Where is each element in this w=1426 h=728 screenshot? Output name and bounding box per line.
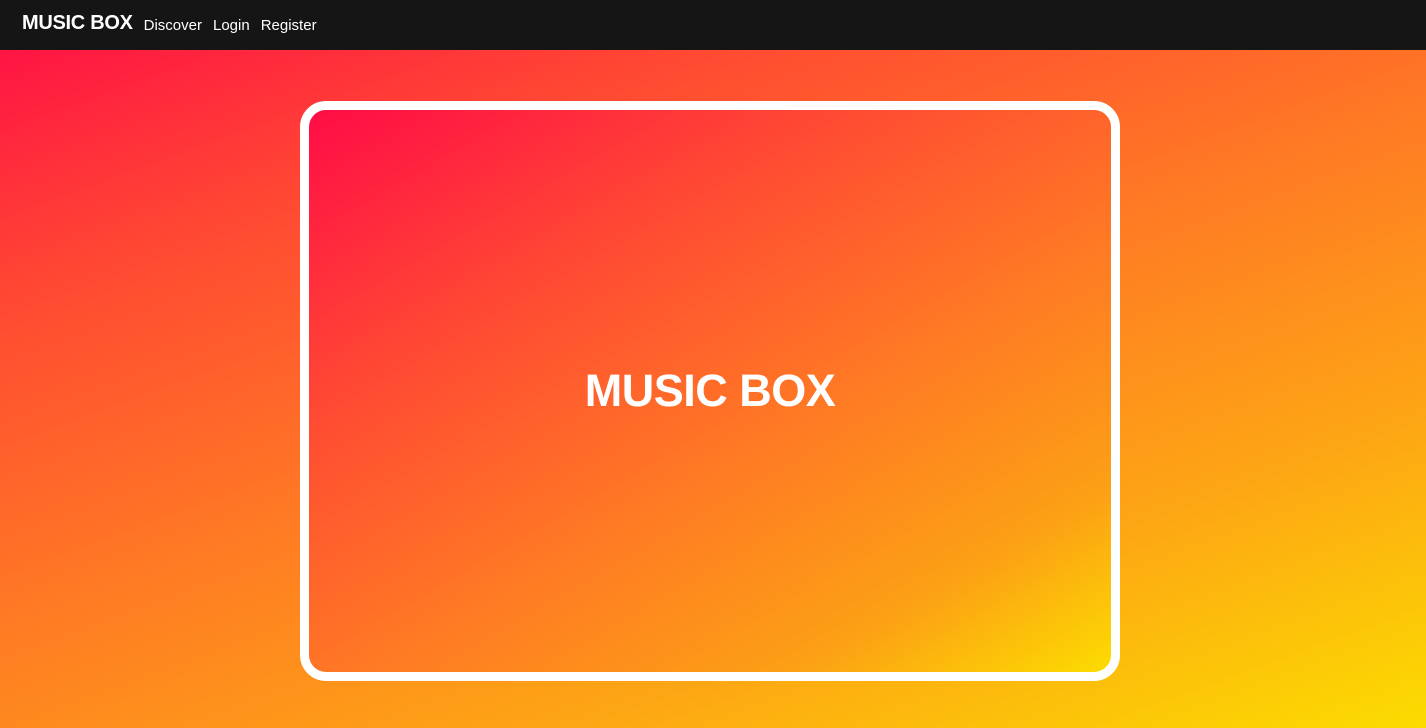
nav-link-register[interactable]: Register bbox=[261, 17, 317, 34]
nav-link-discover[interactable]: Discover bbox=[144, 17, 202, 34]
hero-title: MUSIC BOX bbox=[584, 365, 836, 416]
nav-link-login[interactable]: Login bbox=[213, 17, 250, 34]
top-navbar: MUSIC BOX Discover Login Register bbox=[0, 0, 1426, 50]
hero-frame: MUSIC BOX bbox=[300, 101, 1120, 681]
brand-logo-link[interactable]: MUSIC BOX bbox=[22, 12, 133, 35]
